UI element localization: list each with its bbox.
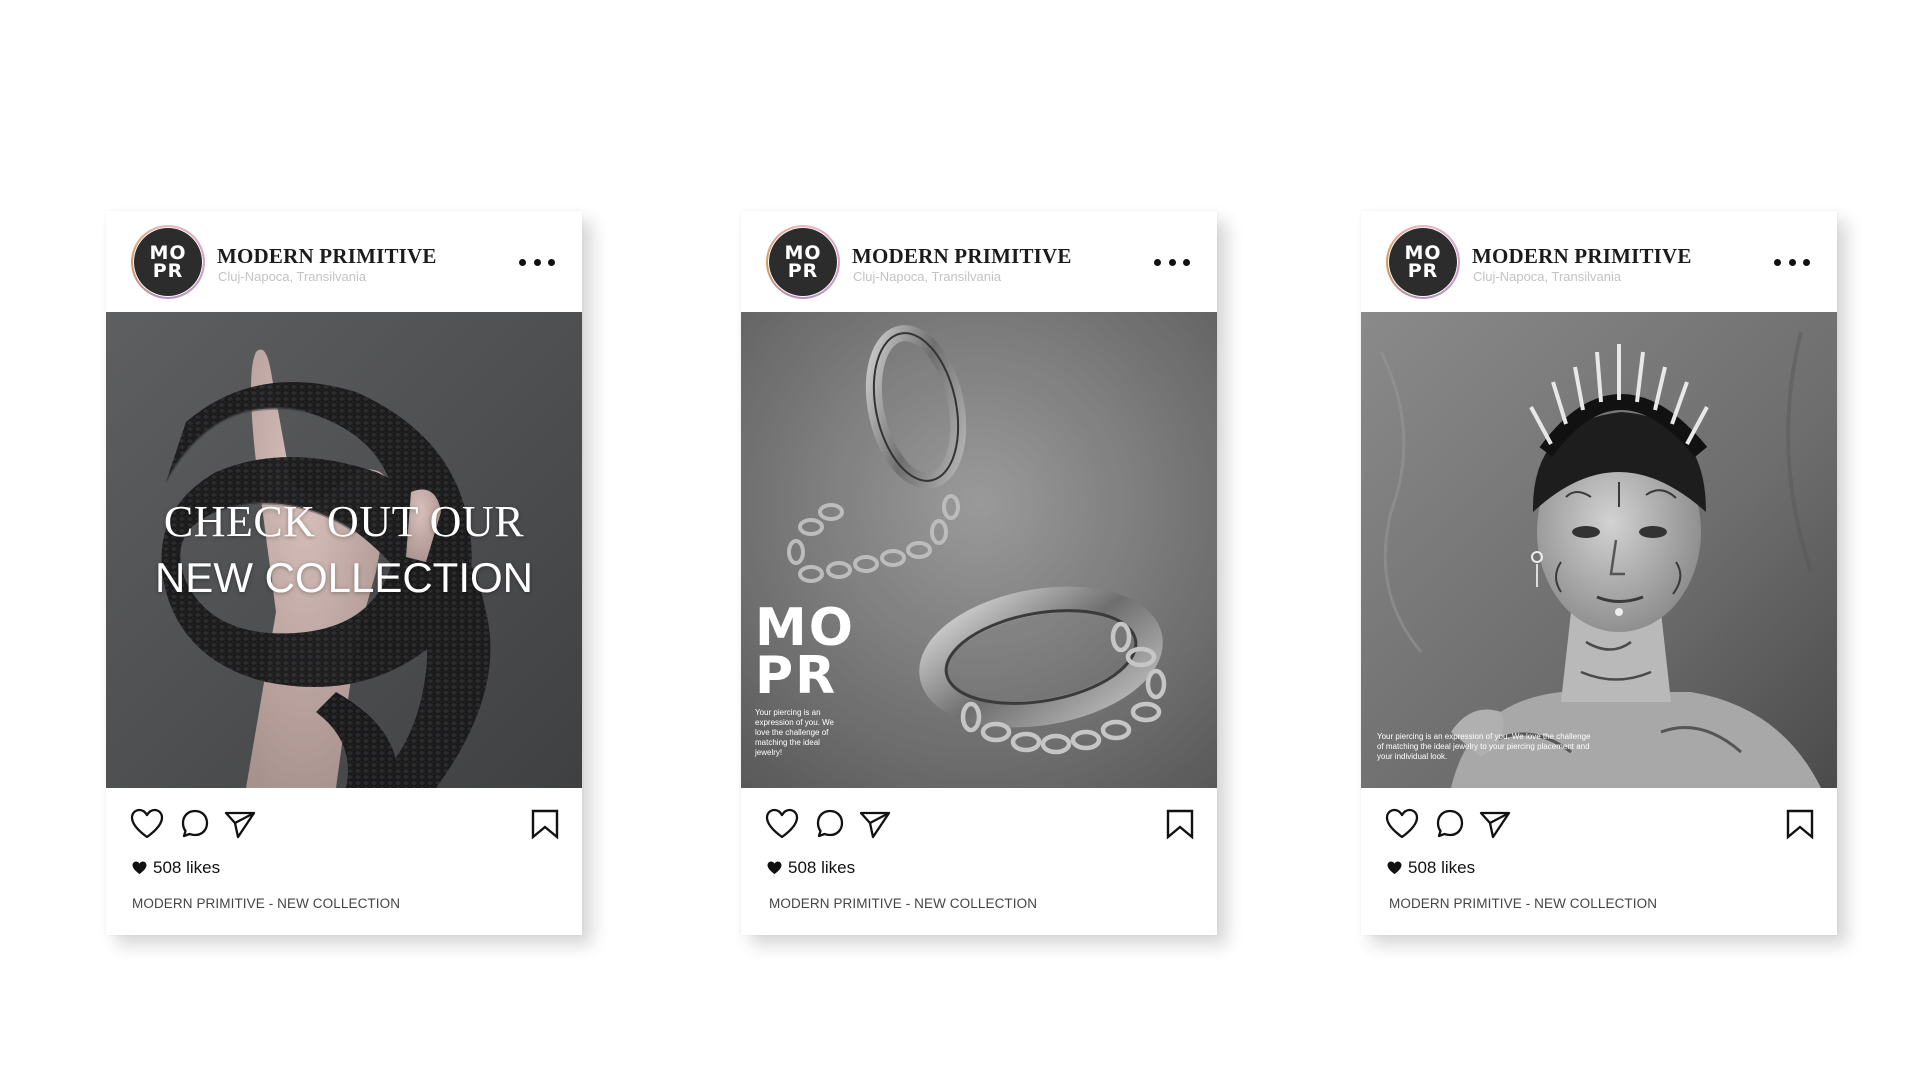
account-location[interactable]: Cluj-Napoca, Transilvania <box>853 269 1001 284</box>
heart-filled-icon <box>1387 861 1402 875</box>
post-header: MO PR MODERN PRIMITIVE Cluj-Napoca, Trans… <box>106 211 582 311</box>
avatar[interactable]: MO PR <box>1386 225 1460 299</box>
avatar[interactable]: MO PR <box>131 225 205 299</box>
paper-plane-icon[interactable] <box>223 808 257 840</box>
brand-logo: MO PR <box>133 227 203 297</box>
more-dots-icon[interactable] <box>1774 251 1810 273</box>
bookmark-icon[interactable] <box>1165 808 1195 840</box>
post-header: MO PR MODERN PRIMITIVE Cluj-Napoca, Trans… <box>1361 211 1837 311</box>
likes-count[interactable]: 508 likes <box>767 858 855 878</box>
account-name[interactable]: MODERN PRIMITIVE <box>852 244 1072 269</box>
bookmark-icon[interactable] <box>530 808 560 840</box>
post-image-snake[interactable]: CHECK OUT OUR NEW COLLECTION <box>106 312 582 788</box>
post-image-portrait[interactable]: Your piercing is an expression of you. W… <box>1361 312 1837 788</box>
account-location[interactable]: Cluj-Napoca, Transilvania <box>1473 269 1621 284</box>
paper-plane-icon[interactable] <box>858 808 892 840</box>
heart-filled-icon <box>132 861 147 875</box>
action-bar <box>1361 808 1837 848</box>
heart-outline-icon[interactable] <box>130 808 164 840</box>
brand-letters: MO PR <box>755 598 855 706</box>
post-caption: MODERN PRIMITIVE - NEW COLLECTION <box>132 896 401 911</box>
post-image-rings[interactable]: MO PR Your piercing is an expression of y… <box>741 312 1217 788</box>
brand-logo: MO PR <box>1388 227 1458 297</box>
heart-filled-icon <box>767 861 782 875</box>
paper-plane-icon[interactable] <box>1478 808 1512 840</box>
brand-watermark: MO PR Your piercing is an expression of y… <box>755 598 855 758</box>
comment-bubble-icon[interactable] <box>815 808 845 840</box>
likes-count[interactable]: 508 likes <box>1387 858 1475 878</box>
heart-outline-icon[interactable] <box>1385 808 1419 840</box>
likes-label: 508 likes <box>788 858 856 877</box>
brand-logo: MO PR <box>768 227 838 297</box>
overlay-headline: CHECK OUT OUR NEW COLLECTION <box>106 312 582 788</box>
action-bar <box>741 808 1217 848</box>
account-name[interactable]: MODERN PRIMITIVE <box>1472 244 1692 269</box>
post-card-1: MO PR MODERN PRIMITIVE Cluj-Napoca, Trans… <box>106 211 582 935</box>
overlay-line-1: CHECK OUT OUR <box>163 497 525 546</box>
more-dots-icon[interactable] <box>519 251 555 273</box>
account-location[interactable]: Cluj-Napoca, Transilvania <box>218 269 366 284</box>
comment-bubble-icon[interactable] <box>1435 808 1465 840</box>
action-bar <box>106 808 582 848</box>
overlay-line-2: NEW COLLECTION <box>154 554 534 601</box>
post-caption: MODERN PRIMITIVE - NEW COLLECTION <box>1389 896 1658 911</box>
post-caption: MODERN PRIMITIVE - NEW COLLECTION <box>769 896 1038 911</box>
post-card-2: MO PR MODERN PRIMITIVE Cluj-Napoca, Trans… <box>741 211 1217 935</box>
post-card-3: MO PR MODERN PRIMITIVE Cluj-Napoca, Trans… <box>1361 211 1837 935</box>
likes-count[interactable]: 508 likes <box>132 858 220 878</box>
avatar[interactable]: MO PR <box>766 225 840 299</box>
photo-tagline: Your piercing is an expression of you. W… <box>1377 732 1591 761</box>
tattooed-model-photo <box>1361 312 1837 788</box>
likes-label: 508 likes <box>153 858 221 877</box>
heart-outline-icon[interactable] <box>765 808 799 840</box>
more-dots-icon[interactable] <box>1154 251 1190 273</box>
account-name[interactable]: MODERN PRIMITIVE <box>217 244 437 269</box>
brand-tagline: Your piercing is an expression of you. W… <box>755 708 835 757</box>
likes-label: 508 likes <box>1408 858 1476 877</box>
bookmark-icon[interactable] <box>1785 808 1815 840</box>
post-header: MO PR MODERN PRIMITIVE Cluj-Napoca, Trans… <box>741 211 1217 311</box>
comment-bubble-icon[interactable] <box>180 808 210 840</box>
